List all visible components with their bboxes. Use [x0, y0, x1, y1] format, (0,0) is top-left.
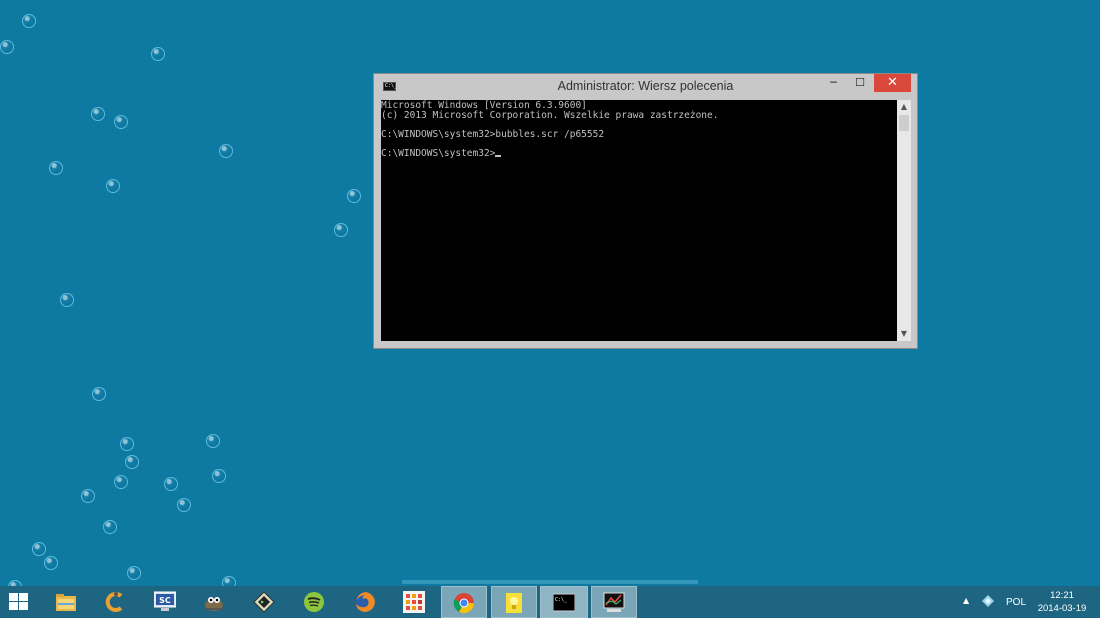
bubble	[125, 455, 139, 469]
bubble	[44, 556, 58, 570]
bubble	[212, 469, 226, 483]
clock-date: 2014-03-19	[1037, 603, 1087, 614]
windows-logo-icon	[9, 593, 29, 611]
console-line: (c) 2013 Microsoft Corporation. Wszelkie…	[381, 109, 719, 121]
bubble	[106, 179, 120, 193]
taskbar-spotify[interactable]	[290, 586, 336, 618]
bubble	[127, 566, 141, 580]
bubble	[114, 115, 128, 129]
bubble	[22, 14, 36, 28]
taskbar-terminal-app[interactable]	[240, 586, 286, 618]
bubble	[81, 489, 95, 503]
scroll-up-arrow-icon[interactable]: ▲	[897, 100, 911, 114]
taskbar-highlight	[402, 580, 698, 584]
taskbar-gimp[interactable]	[190, 586, 236, 618]
network-icon[interactable]	[982, 595, 994, 607]
console-line: C:\WINDOWS\system32>bubbles.scr /p65552	[381, 128, 605, 140]
text-cursor	[495, 154, 502, 157]
vertical-scrollbar[interactable]: ▲ ▼	[897, 100, 911, 341]
firefox-icon	[355, 592, 375, 612]
tray-show-hidden-icons[interactable]: ▲	[963, 596, 969, 605]
taskbar-apps-grid[interactable]	[390, 586, 436, 618]
minimize-button[interactable]: ─	[820, 74, 847, 92]
taskbar-ccleaner[interactable]	[91, 586, 137, 618]
folder-icon	[56, 594, 76, 611]
close-button[interactable]: ✕	[874, 74, 911, 92]
console-output[interactable]: Microsoft Windows [Version 6.3.9600] (c)…	[381, 100, 897, 341]
terminal-diamond-icon	[253, 591, 275, 613]
sc-monitor-icon: SC	[154, 591, 176, 611]
console-prompt-line[interactable]: C:\WINDOWS\system32>	[381, 149, 897, 159]
ccleaner-icon	[105, 592, 123, 612]
spotify-icon	[304, 592, 324, 612]
bubble	[334, 223, 348, 237]
bubble	[206, 434, 220, 448]
bubble	[177, 498, 191, 512]
taskbar-firefox[interactable]	[341, 586, 387, 618]
bubble	[164, 477, 178, 491]
lightbulb-icon	[506, 593, 522, 613]
taskbar-command-prompt[interactable]: C:\_	[540, 586, 588, 618]
apps-grid-icon	[403, 591, 425, 613]
bubble	[92, 387, 106, 401]
bubble	[0, 40, 14, 54]
chrome-icon	[453, 593, 475, 614]
console-prompt: C:\WINDOWS\system32>	[381, 147, 496, 159]
monitor-graph-icon	[603, 592, 625, 612]
scroll-down-arrow-icon[interactable]: ▼	[897, 327, 911, 341]
clock[interactable]: 12:21 2014-03-19	[1037, 589, 1087, 615]
bubble	[91, 107, 105, 121]
bubble	[60, 293, 74, 307]
bubble	[103, 520, 117, 534]
bubble	[32, 542, 46, 556]
start-button[interactable]	[0, 586, 40, 618]
bubble	[219, 144, 233, 158]
svg-text:SC: SC	[159, 596, 171, 605]
language-indicator[interactable]: POL	[1006, 597, 1026, 608]
cmd-icon: C:\_	[553, 593, 575, 612]
maximize-button[interactable]: ☐	[847, 74, 873, 92]
window-titlebar[interactable]: C:\_ Administrator: Wiersz polecenia ─ ☐…	[374, 74, 917, 100]
bubble	[49, 161, 63, 175]
taskbar-sc-app[interactable]: SC	[141, 586, 187, 618]
command-prompt-window[interactable]: C:\_ Administrator: Wiersz polecenia ─ ☐…	[373, 73, 918, 349]
bubble	[120, 437, 134, 451]
bubble	[151, 47, 165, 61]
clock-time: 12:21	[1050, 590, 1074, 601]
taskbar-task-manager[interactable]	[591, 586, 637, 618]
scroll-thumb[interactable]	[899, 115, 909, 131]
taskbar-file-explorer[interactable]	[42, 586, 88, 618]
gimp-icon	[205, 597, 223, 611]
bubble	[114, 475, 128, 489]
svg-text:C:\_: C:\_	[555, 597, 568, 603]
taskbar-sticky-notes[interactable]	[491, 586, 537, 618]
bubble	[347, 189, 361, 203]
taskbar-chrome[interactable]	[441, 586, 487, 618]
